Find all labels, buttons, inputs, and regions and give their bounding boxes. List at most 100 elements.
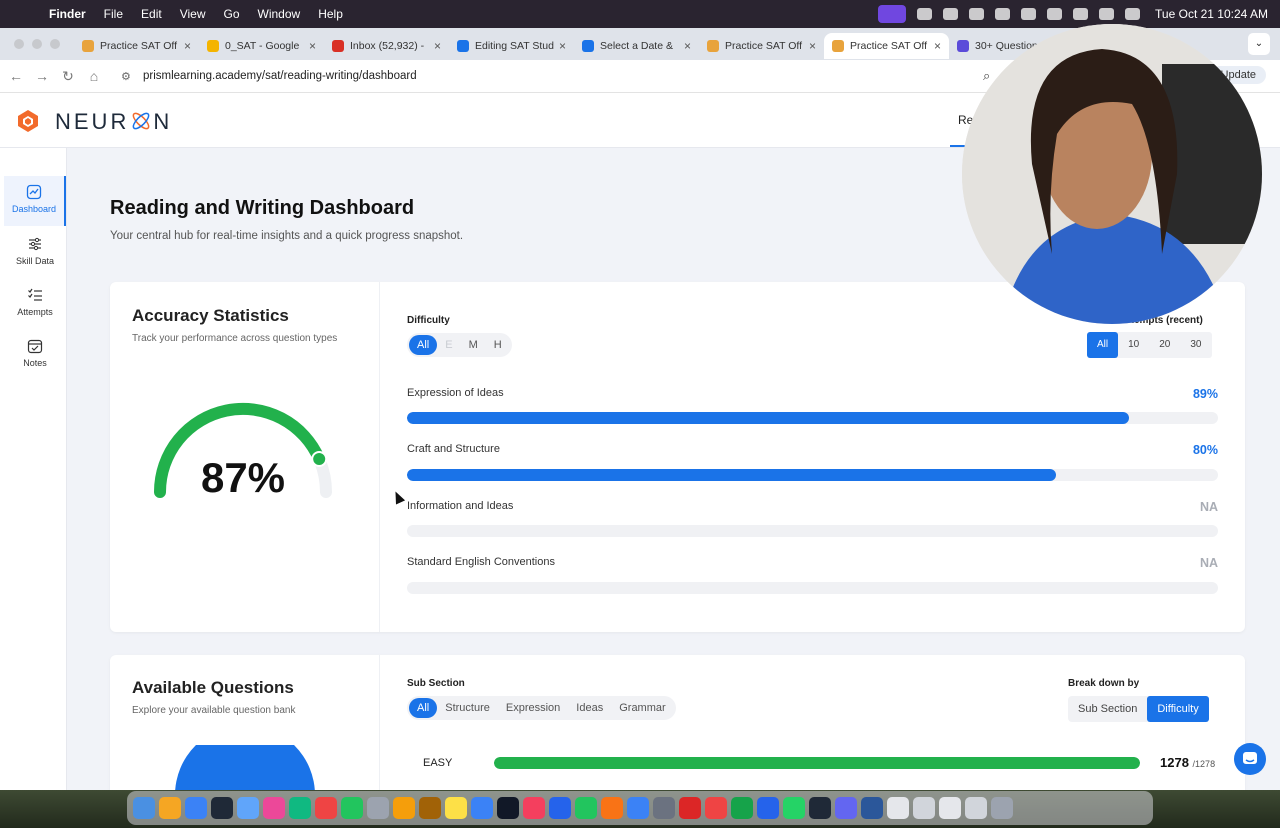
dock-app-icon[interactable] <box>861 797 883 819</box>
cloud-icon[interactable] <box>995 8 1011 20</box>
tab-close-icon[interactable]: × <box>559 39 566 53</box>
attempts-option-20[interactable]: 20 <box>1149 332 1180 358</box>
difficulty-option-easy[interactable]: E <box>437 335 460 355</box>
url-text[interactable]: prismlearning.academy/sat/reading-writin… <box>143 70 417 82</box>
dock-app-icon[interactable] <box>601 797 623 819</box>
tab-close-icon[interactable]: × <box>934 39 941 53</box>
back-icon[interactable]: ← <box>3 68 29 84</box>
tab-close-icon[interactable]: × <box>434 39 441 53</box>
browser-tab[interactable]: Practice SAT Off × <box>824 33 949 59</box>
dock-app-icon[interactable] <box>341 797 363 819</box>
menu-window[interactable]: Window <box>249 7 310 21</box>
attempts-option-all[interactable]: All <box>1087 332 1119 358</box>
dock-app-icon[interactable] <box>757 797 779 819</box>
browser-tab[interactable]: Editing SAT Stud × <box>449 33 574 59</box>
browser-tab[interactable]: Select a Date & × <box>574 33 699 59</box>
browser-tab[interactable]: 0_SAT - Google × <box>199 33 324 59</box>
menu-edit[interactable]: Edit <box>132 7 171 21</box>
browser-tab[interactable]: Inbox (52,932) - × <box>324 33 449 59</box>
dock-app-icon[interactable] <box>887 797 909 819</box>
dock-app-icon[interactable] <box>393 797 415 819</box>
dock-app-icon[interactable] <box>627 797 649 819</box>
sidebar-item-skill-data[interactable]: Skill Data <box>4 228 66 278</box>
forward-icon[interactable]: → <box>29 68 55 84</box>
menu-clock[interactable]: Tue Oct 21 10:24 AM <box>1155 7 1268 21</box>
dock-app-icon[interactable] <box>653 797 675 819</box>
difficulty-option-medium[interactable]: M <box>461 335 486 355</box>
screen-record-icon[interactable] <box>878 5 907 23</box>
dock-app-icon[interactable] <box>809 797 831 819</box>
reload-icon[interactable]: ↻ <box>55 68 81 85</box>
control-center-icon[interactable] <box>1125 8 1141 20</box>
menu-app-name[interactable]: Finder <box>40 7 95 21</box>
tab-close-icon[interactable]: × <box>184 39 191 53</box>
skill-bar-conventions <box>407 582 1218 594</box>
breakdown-option-subsection[interactable]: Sub Section <box>1068 696 1147 722</box>
tab-close-icon[interactable]: × <box>809 39 816 53</box>
dock-app-icon[interactable] <box>471 797 493 819</box>
subsection-option-expression[interactable]: Expression <box>498 698 568 718</box>
menu-help[interactable]: Help <box>309 7 352 21</box>
dock-app-icon[interactable] <box>679 797 701 819</box>
dock-app-icon[interactable] <box>705 797 727 819</box>
logo-icon[interactable] <box>16 109 40 133</box>
dock-app-icon[interactable] <box>523 797 545 819</box>
dock-app-icon[interactable] <box>315 797 337 819</box>
browser-tab[interactable]: Practice SAT Off × <box>74 33 199 59</box>
home-icon[interactable]: ⌂ <box>81 68 107 84</box>
attempts-option-30[interactable]: 30 <box>1180 332 1211 358</box>
tray-app-icon[interactable] <box>917 8 933 20</box>
dock-app-icon[interactable] <box>549 797 571 819</box>
dock-app-icon[interactable] <box>237 797 259 819</box>
dock-app-icon[interactable] <box>133 797 155 819</box>
dock-app-icon[interactable] <box>211 797 233 819</box>
dock-app-icon[interactable] <box>445 797 467 819</box>
search-icon[interactable] <box>1099 8 1115 20</box>
dock-app-icon[interactable] <box>939 797 961 819</box>
site-info-icon[interactable]: ⚙ <box>121 70 135 83</box>
dock-app-icon[interactable] <box>965 797 987 819</box>
menu-view[interactable]: View <box>171 7 215 21</box>
zoom-window-button[interactable] <box>50 39 60 49</box>
attempts-option-10[interactable]: 10 <box>1118 332 1149 358</box>
subsection-option-ideas[interactable]: Ideas <box>568 698 611 718</box>
browser-tab[interactable]: Practice SAT Off × <box>699 33 824 59</box>
subsection-option-grammar[interactable]: Grammar <box>611 698 673 718</box>
menu-file[interactable]: File <box>95 7 132 21</box>
breakdown-option-difficulty[interactable]: Difficulty <box>1147 696 1209 722</box>
subsection-option-structure[interactable]: Structure <box>437 698 498 718</box>
address-bar[interactable]: ⚙ prismlearning.academy/sat/reading-writ… <box>113 63 963 89</box>
dock-app-icon[interactable] <box>783 797 805 819</box>
sidebar-item-attempts[interactable]: Attempts <box>4 279 66 329</box>
difficulty-option-all[interactable]: All <box>409 335 438 355</box>
dock-app-icon[interactable] <box>835 797 857 819</box>
tab-search-button[interactable]: ⌄ <box>1248 33 1270 55</box>
zoom-icon[interactable]: ⌕ <box>983 68 990 84</box>
battery-icon[interactable] <box>1047 8 1063 20</box>
minimize-window-button[interactable] <box>32 39 42 49</box>
chat-support-button[interactable] <box>1234 743 1266 775</box>
dock-app-icon[interactable] <box>159 797 181 819</box>
dock-app-icon[interactable] <box>913 797 935 819</box>
dock-app-icon[interactable] <box>263 797 285 819</box>
play-icon[interactable] <box>1021 8 1037 20</box>
tab-close-icon[interactable]: × <box>309 39 316 53</box>
subsection-option-all[interactable]: All <box>409 698 438 718</box>
tray-app-icon[interactable] <box>943 8 959 20</box>
dock-app-icon[interactable] <box>419 797 441 819</box>
dock-app-icon[interactable] <box>575 797 597 819</box>
dock-app-icon[interactable] <box>731 797 753 819</box>
menu-go[interactable]: Go <box>215 7 249 21</box>
tab-close-icon[interactable]: × <box>684 39 691 53</box>
dock-app-icon[interactable] <box>185 797 207 819</box>
sidebar-item-dashboard[interactable]: Dashboard <box>4 176 66 226</box>
dock-app-icon[interactable] <box>497 797 519 819</box>
dock-app-icon[interactable] <box>289 797 311 819</box>
close-window-button[interactable] <box>14 39 24 49</box>
difficulty-option-hard[interactable]: H <box>486 335 510 355</box>
wifi-icon[interactable] <box>1073 8 1089 20</box>
dock-app-icon[interactable] <box>991 797 1013 819</box>
tray-app-icon[interactable] <box>969 8 985 20</box>
sidebar-item-notes[interactable]: Notes <box>4 330 66 380</box>
dock-app-icon[interactable] <box>367 797 389 819</box>
